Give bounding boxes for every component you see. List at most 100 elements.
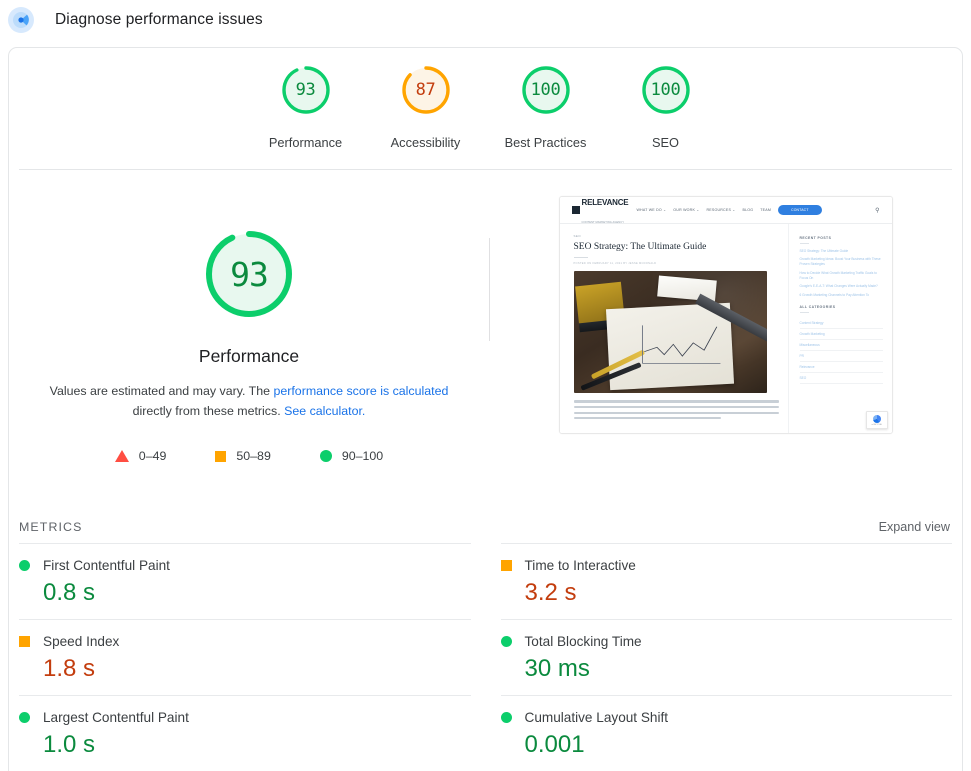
category-score-best-practices[interactable]: 100 Best Practices — [486, 62, 606, 169]
performance-score-value: 93 — [199, 224, 299, 324]
score-label: Best Practices — [505, 135, 587, 150]
sidebar-rule — [800, 312, 809, 313]
search-icon[interactable]: ⚲ — [875, 207, 879, 214]
sidebar-recent-link[interactable]: How to Decide What Growth Marketing Traf… — [800, 271, 883, 281]
sidebar-recent-link[interactable]: Google's E-E-A-T: What Changes Were Actu… — [800, 284, 883, 289]
metric-time-to-interactive[interactable]: Time to Interactive 3.2 s — [501, 543, 953, 619]
circle-icon — [19, 560, 30, 571]
performance-gauge-icon — [8, 7, 34, 33]
article-paragraph — [574, 400, 779, 419]
site-nav-item[interactable]: RESOURCES ⌄ — [706, 208, 735, 212]
metric-name: Largest Contentful Paint — [43, 710, 189, 725]
metric-value: 0.8 s — [43, 579, 471, 607]
site-nav: RELEVANCE CONTENT MARKETING AGENCY WHAT … — [560, 197, 892, 224]
page-header: Diagnose performance issues — [0, 0, 971, 40]
metric-speed-index[interactable]: Speed Index 1.8 s — [19, 619, 471, 695]
final-screenshot-block: RELEVANCE CONTENT MARKETING AGENCY WHAT … — [489, 170, 962, 506]
performance-score-calculated-link[interactable]: performance score is calculated — [273, 384, 448, 398]
sidebar-category-link[interactable]: Relevance — [800, 362, 883, 373]
article-kicker: SEO — [574, 234, 779, 238]
circle-icon — [19, 712, 30, 723]
final-screenshot: RELEVANCE CONTENT MARKETING AGENCY WHAT … — [559, 196, 893, 434]
article-rule — [574, 257, 588, 258]
performance-summary: 93 Performance Values are estimated and … — [9, 170, 962, 506]
category-score-seo[interactable]: 100 SEO — [606, 62, 726, 169]
article-meta: POSTED ON FEBRUARY 11, 2021 BY JESSE MCD… — [574, 262, 779, 265]
disclaimer-text-pre: Values are estimated and may vary. The — [50, 384, 274, 398]
performance-score-gauge: 93 — [199, 224, 299, 324]
square-icon — [215, 451, 226, 462]
logo-mark-icon — [572, 206, 580, 214]
circle-icon — [501, 636, 512, 647]
square-icon — [19, 636, 30, 647]
triangle-icon — [115, 450, 129, 462]
recaptcha-icon — [873, 415, 881, 423]
score-value: 100 — [518, 62, 574, 118]
score-gauge: 93 — [278, 62, 334, 118]
score-value: 93 — [278, 62, 334, 118]
metric-value: 0.001 — [525, 731, 953, 759]
site-contact-button[interactable]: CONTACT — [778, 205, 822, 215]
sidebar-category-link[interactable]: SEO — [800, 373, 883, 384]
expand-view-toggle[interactable]: Expand view — [879, 520, 950, 534]
site-nav-item[interactable]: TEAM — [760, 208, 771, 212]
sidebar-category-link[interactable]: Miscellaneous — [800, 340, 883, 351]
metric-total-blocking-time[interactable]: Total Blocking Time 30 ms — [501, 619, 953, 695]
disclaimer-text-mid: directly from these metrics. — [133, 404, 284, 418]
site-nav-item[interactable]: OUR WORK ⌄ — [673, 208, 699, 212]
score-label: Performance — [269, 135, 342, 150]
site-article: SEO SEO Strategy: The Ultimate Guide POS… — [560, 224, 788, 434]
score-label: Accessibility — [391, 135, 461, 150]
metric-cumulative-layout-shift[interactable]: Cumulative Layout Shift 0.001 — [501, 695, 953, 771]
score-legend: 0–49 50–89 90–100 — [115, 449, 383, 463]
score-value: 87 — [398, 62, 454, 118]
sidebar-category-link[interactable]: Content Strategy — [800, 318, 883, 329]
page-title: Diagnose performance issues — [55, 11, 263, 29]
sidebar-recent-heading: RECENT POSTS — [800, 236, 883, 240]
circle-icon — [320, 450, 332, 462]
article-hero-image — [574, 271, 767, 393]
performance-gauge-block: 93 Performance Values are estimated and … — [9, 170, 489, 506]
legend-range: 50–89 — [236, 449, 270, 463]
score-value: 100 — [638, 62, 694, 118]
score-disclaimer: Values are estimated and may vary. The p… — [49, 381, 449, 421]
sidebar-category-link[interactable]: Growth Marketing — [800, 329, 883, 340]
metric-first-contentful-paint[interactable]: First Contentful Paint 0.8 s — [19, 543, 471, 619]
score-gauge: 87 — [398, 62, 454, 118]
metric-value: 3.2 s — [525, 579, 953, 607]
lighthouse-report: Diagnose performance issues 93 Performan… — [0, 0, 971, 771]
category-score-strip: 93 Performance 87 Accessibility — [9, 48, 962, 169]
metric-name: Total Blocking Time — [525, 634, 642, 649]
site-nav-item[interactable]: WHAT WE DO ⌄ — [636, 208, 666, 212]
see-calculator-link[interactable]: See calculator. — [284, 404, 365, 418]
sidebar-recent-link[interactable]: 6 Growth Marketing Channels to Pay Atten… — [800, 293, 883, 298]
site-body: SEO SEO Strategy: The Ultimate Guide POS… — [560, 224, 892, 434]
recaptcha-badge: reCAPTCHA — [866, 411, 888, 429]
metrics-grid: First Contentful Paint 0.8 s Time to Int… — [9, 543, 962, 771]
metric-largest-contentful-paint[interactable]: Largest Contentful Paint 1.0 s — [19, 695, 471, 771]
metric-value: 30 ms — [525, 655, 953, 683]
category-score-performance[interactable]: 93 Performance — [246, 62, 366, 169]
metric-value: 1.0 s — [43, 731, 471, 759]
metrics-header: METRICS Expand view — [9, 506, 962, 534]
sidebar-categories-heading: ALL CATEGORIES — [800, 305, 883, 309]
sidebar-recent-link[interactable]: SEO Strategy: The Ultimate Guide — [800, 249, 883, 254]
score-gauge: 100 — [638, 62, 694, 118]
category-score-accessibility[interactable]: 87 Accessibility — [366, 62, 486, 169]
sidebar-rule — [800, 243, 809, 244]
site-sidebar: RECENT POSTS SEO Strategy: The Ultimate … — [788, 224, 892, 434]
legend-item-fail: 0–49 — [115, 449, 167, 463]
score-gauge: 100 — [518, 62, 574, 118]
site-nav-item[interactable]: BLOG — [742, 208, 753, 212]
site-nav-items: WHAT WE DO ⌄ OUR WORK ⌄ RESOURCES ⌄ BLOG… — [636, 205, 821, 215]
legend-item-average: 50–89 — [215, 449, 270, 463]
metric-name: Time to Interactive — [525, 558, 636, 573]
legend-range: 90–100 — [342, 449, 383, 463]
sidebar-recent-link[interactable]: Growth Marketing Ideas: Boost Your Busin… — [800, 257, 883, 267]
recaptcha-label: reCAPTCHA — [871, 424, 881, 426]
report-card: 93 Performance 87 Accessibility — [8, 47, 963, 771]
sidebar-category-link[interactable]: PR — [800, 351, 883, 362]
metric-name: First Contentful Paint — [43, 558, 170, 573]
metric-value: 1.8 s — [43, 655, 471, 683]
legend-range: 0–49 — [139, 449, 167, 463]
